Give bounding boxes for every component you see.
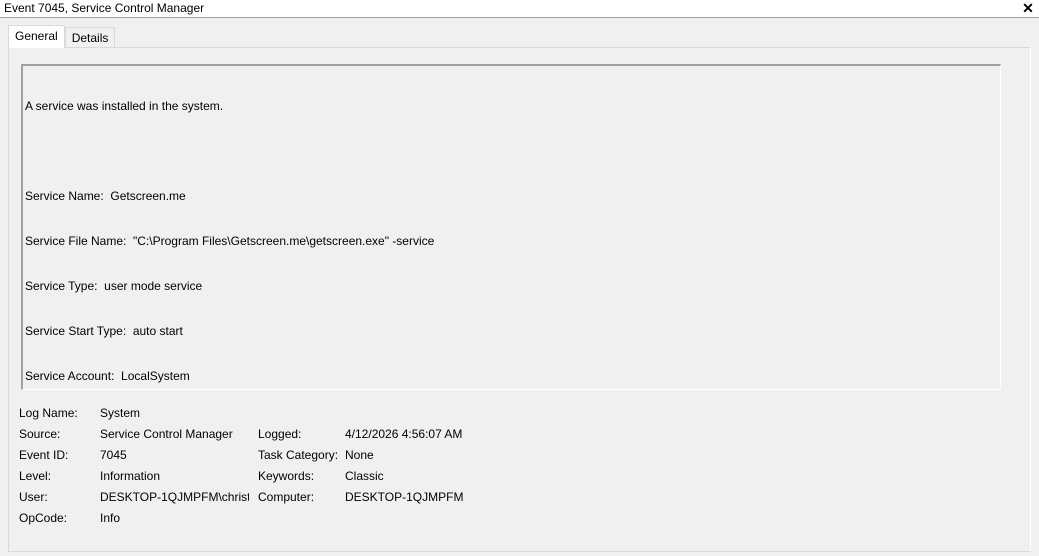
task-category-value: None	[345, 448, 374, 462]
tab-strip: General Details	[8, 25, 116, 48]
log-name-label: Log Name:	[19, 406, 78, 420]
title-bar[interactable]: Event 7045, Service Control Manager ✕	[0, 0, 1039, 18]
task-category-label: Task Category:	[258, 448, 339, 462]
computer-label: Computer:	[258, 490, 315, 504]
description-line: Service Start Type: auto start	[25, 324, 183, 338]
general-tab-panel: A service was installed in the system. S…	[8, 47, 1031, 552]
opcode-value: Info	[100, 511, 121, 525]
keywords-label: Keywords:	[258, 469, 315, 483]
description-line	[25, 144, 998, 159]
event-id-label: Event ID:	[19, 448, 69, 462]
description-line: Service Type: user mode service	[25, 279, 203, 293]
logged-label: Logged:	[258, 427, 302, 441]
description-line: A service was installed in the system.	[25, 99, 224, 113]
level-value: Information	[100, 469, 161, 483]
event-properties-window: Event 7045, Service Control Manager ✕ Ge…	[0, 0, 1039, 556]
user-value: DESKTOP-1QJMPFM\christia	[100, 490, 249, 504]
description-line: Service Account: LocalSystem	[25, 369, 190, 383]
description-line: Service Name: Getscreen.me	[25, 189, 186, 203]
opcode-label: OpCode:	[19, 511, 68, 525]
event-description-textbox[interactable]: A service was installed in the system. S…	[21, 64, 1001, 390]
window-title: Event 7045, Service Control Manager	[4, 1, 205, 15]
user-label: User:	[19, 490, 48, 504]
source-value: Service Control Manager	[100, 427, 233, 441]
computer-value: DESKTOP-1QJMPFM	[345, 490, 464, 504]
logged-value: 4/12/2026 4:56:07 AM	[345, 427, 463, 441]
tab-details[interactable]: Details	[64, 27, 116, 47]
tab-general[interactable]: General	[8, 25, 65, 48]
event-id-value: 7045	[100, 448, 127, 462]
close-icon[interactable]: ✕	[1021, 0, 1035, 16]
log-name-value: System	[100, 406, 141, 420]
level-label: Level:	[19, 469, 52, 483]
source-label: Source:	[19, 427, 61, 441]
keywords-value: Classic	[345, 469, 384, 483]
description-line: Service File Name: "C:\Program Files\Get…	[25, 234, 435, 248]
